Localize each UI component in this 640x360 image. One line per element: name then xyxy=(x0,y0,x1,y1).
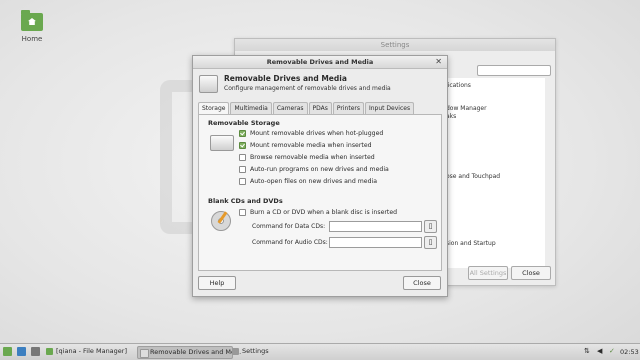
dialog-title: Removable Drives and Media xyxy=(266,58,374,66)
taskbar-item-settings[interactable]: Settings xyxy=(230,346,302,357)
close-icon[interactable]: ✕ xyxy=(435,56,442,68)
settings-close-button[interactable]: Close xyxy=(511,266,551,280)
tab-input-devices[interactable]: Input Devices xyxy=(364,102,415,114)
settings-text-5: sion and Startup xyxy=(446,240,496,247)
settings-text-4: ose and Touchpad xyxy=(446,173,501,180)
tab-pdas[interactable]: PDAs xyxy=(308,102,332,114)
option-burn-cd[interactable]: Burn a CD or DVD when a blank disc is in… xyxy=(239,209,397,216)
folder-icon xyxy=(46,348,53,355)
audio-cds-browse-icon[interactable]: ▯ xyxy=(424,236,437,249)
taskbar-item-removable-drives[interactable]: Removable Drives and Me... xyxy=(137,346,241,359)
data-cds-label: Command for Data CDs: xyxy=(252,223,326,230)
taskbar: [qiana - File Manager] Removable Drives … xyxy=(0,343,640,360)
removable-storage-heading: Removable Storage xyxy=(208,119,280,127)
taskbar-item-file-manager[interactable]: [qiana - File Manager] xyxy=(44,346,144,357)
header-subtitle: Configure management of removable drives… xyxy=(224,85,391,92)
removable-drives-dialog: Removable Drives and Media ✕ Removable D… xyxy=(192,55,448,297)
taskbar-item-label: Removable Drives and Me... xyxy=(150,348,242,356)
option-browse-media[interactable]: Browse removable media when inserted xyxy=(239,154,375,161)
clock[interactable]: 02:53 xyxy=(620,348,639,356)
checkbox-autoopen[interactable] xyxy=(239,178,246,185)
all-settings-button[interactable]: All Settings xyxy=(468,266,508,280)
close-button[interactable]: Close xyxy=(403,276,441,290)
desktop-home-icon[interactable]: Home xyxy=(18,10,46,43)
terminal-icon[interactable] xyxy=(31,347,40,356)
drive-icon xyxy=(140,349,149,358)
menu-icon[interactable] xyxy=(3,347,12,356)
show-desktop-icon[interactable] xyxy=(17,347,26,356)
data-cds-command-input[interactable] xyxy=(329,221,422,232)
home-icon-label: Home xyxy=(21,35,43,43)
checkbox-mount-media[interactable] xyxy=(239,142,246,149)
settings-search-input[interactable] xyxy=(477,65,551,76)
dialog-titlebar[interactable]: Removable Drives and Media ✕ xyxy=(193,56,447,69)
option-mount-media[interactable]: Mount removable media when inserted xyxy=(239,142,372,149)
audio-cds-command-input[interactable] xyxy=(329,237,422,248)
tab-printers[interactable]: Printers xyxy=(332,102,364,114)
home-folder-icon xyxy=(21,10,43,31)
option-label: Auto-run programs on new drives and medi… xyxy=(250,166,389,173)
option-label: Mount removable media when inserted xyxy=(250,142,372,149)
taskbar-item-label: [qiana - File Manager] xyxy=(56,347,128,355)
option-mount-hotplug[interactable]: Mount removable drives when hot-plugged xyxy=(239,130,383,137)
option-autoopen[interactable]: Auto-open files on new drives and media xyxy=(239,178,377,185)
checkbox-autorun[interactable] xyxy=(239,166,246,173)
checkbox-browse-media[interactable] xyxy=(239,154,246,161)
volume-icon[interactable]: ◀ xyxy=(597,347,602,355)
dialog-header: Removable Drives and Media Configure man… xyxy=(193,69,447,99)
tab-multimedia[interactable]: Multimedia xyxy=(230,102,272,114)
settings-icon xyxy=(232,348,239,355)
removable-drive-icon xyxy=(210,135,234,151)
header-title: Removable Drives and Media xyxy=(224,74,347,83)
tab-cameras[interactable]: Cameras xyxy=(272,102,308,114)
settings-titlebar[interactable]: Settings xyxy=(235,39,555,51)
tab-bar: Storage Multimedia Cameras PDAs Printers… xyxy=(198,102,415,115)
settings-text-1: lications xyxy=(446,82,471,89)
network-icon[interactable]: ⇅ xyxy=(584,347,590,355)
storage-tab-panel: Removable Storage Mount removable drives… xyxy=(198,114,442,271)
cd-burn-icon xyxy=(211,211,231,231)
update-check-icon[interactable]: ✓ xyxy=(609,347,615,355)
data-cds-browse-icon[interactable]: ▯ xyxy=(424,220,437,233)
option-label: Auto-open files on new drives and media xyxy=(250,178,378,185)
option-label: Mount removable drives when hot-plugged xyxy=(250,130,384,137)
settings-text-2: dow Manager xyxy=(446,105,487,112)
taskbar-item-label: Settings xyxy=(242,347,269,355)
option-label: Browse removable media when inserted xyxy=(250,154,375,161)
blank-cds-heading: Blank CDs and DVDs xyxy=(208,197,283,205)
option-autorun[interactable]: Auto-run programs on new drives and medi… xyxy=(239,166,389,173)
checkbox-burn-cd[interactable] xyxy=(239,209,246,216)
help-button[interactable]: Help xyxy=(198,276,236,290)
option-label: Burn a CD or DVD when a blank disc is in… xyxy=(250,209,398,216)
audio-cds-label: Command for Audio CDs: xyxy=(252,239,328,246)
checkbox-mount-hotplug[interactable] xyxy=(239,130,246,137)
drive-icon xyxy=(199,75,218,93)
